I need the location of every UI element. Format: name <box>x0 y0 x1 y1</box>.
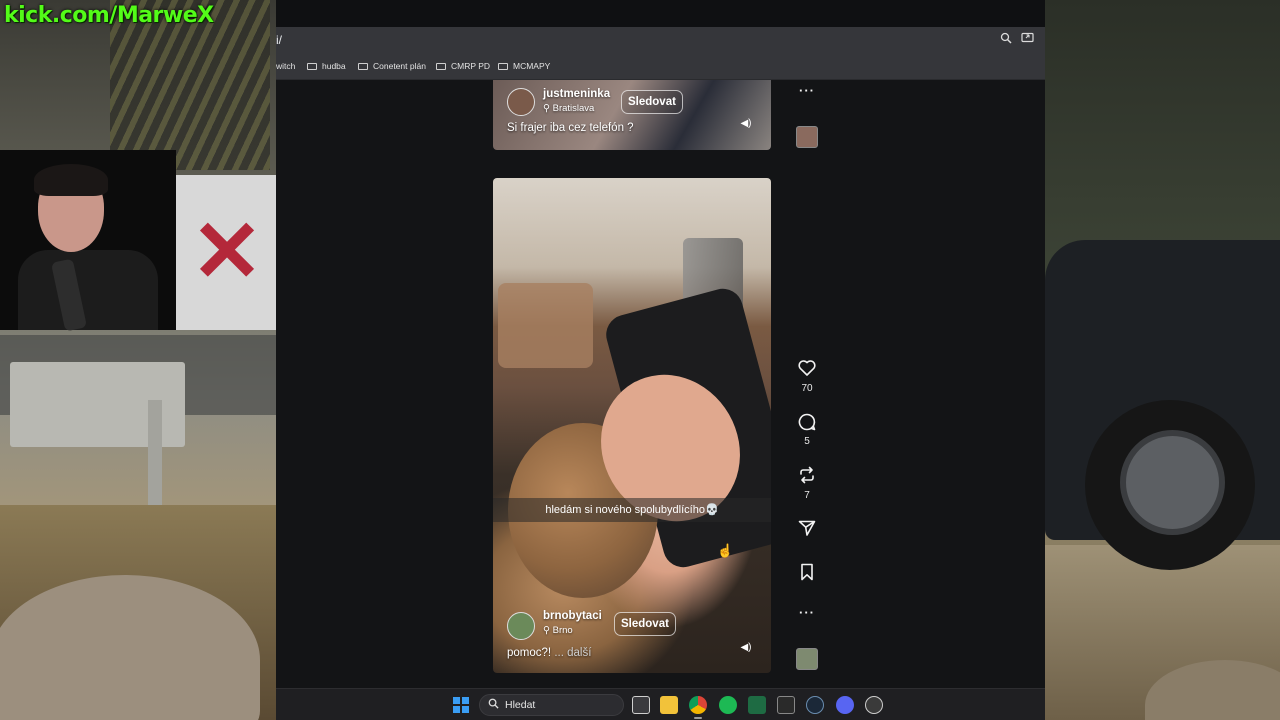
chrome-icon[interactable] <box>689 696 707 714</box>
windows-taskbar: Hledat <box>276 688 1045 720</box>
location-pin-icon: ⚲ <box>543 625 553 636</box>
bookmark-label: hudba <box>322 61 346 71</box>
windows-start-icon[interactable] <box>453 697 469 713</box>
app-icon[interactable] <box>865 696 883 714</box>
bookmark-label: witch <box>276 61 296 71</box>
cast-icon[interactable] <box>1021 32 1035 46</box>
tab-strip <box>276 0 1045 27</box>
game-scene-left: ✕ <box>0 0 276 720</box>
bench-leg <box>148 400 162 505</box>
discord-icon[interactable] <box>836 696 854 714</box>
bookmark-label: CMRP PD <box>451 61 491 71</box>
streamer-hair <box>34 164 108 196</box>
search-icon <box>488 698 499 712</box>
webcam-overlay <box>0 150 176 332</box>
share-icon[interactable] <box>796 518 818 538</box>
post-location: ⚲ Bratislava <box>543 103 594 114</box>
screen: ✕ i/ witch hudba Conetent plán CMRP PD M… <box>0 0 1280 720</box>
excel-icon[interactable] <box>748 696 766 714</box>
bookmark-icon[interactable] <box>796 562 818 582</box>
caption-text: pomoc?! <box>507 647 552 659</box>
folder-icon <box>358 63 368 70</box>
bookmark-folder-content[interactable]: Conetent plán <box>358 61 426 71</box>
more-options-icon[interactable]: ··· <box>796 605 818 620</box>
steam-icon[interactable] <box>806 696 824 714</box>
video-subtitle: hledám si nového spolubydlícího💀 <box>493 498 771 522</box>
avatar[interactable] <box>507 612 535 640</box>
streamer-body <box>18 250 158 330</box>
post-caption: Si frajer iba cez telefón ? <box>507 122 634 134</box>
folder-icon <box>307 63 317 70</box>
bookmark-folder-cmrp[interactable]: CMRP PD <box>436 61 490 71</box>
zoom-icon[interactable] <box>1000 32 1014 46</box>
more-options-icon[interactable]: ··· <box>796 83 818 98</box>
feed-page[interactable]: justmeninka ⚲ Bratislava Sledovat Si fra… <box>276 80 1045 688</box>
repost-count: 7 <box>804 490 810 501</box>
active-app-indicator <box>694 717 702 719</box>
epic-games-icon[interactable] <box>777 696 795 714</box>
search-placeholder: Hledat <box>505 699 536 711</box>
stream-url-overlay: kick.com/MarweX <box>4 3 214 28</box>
follow-button[interactable]: Sledovat <box>621 90 683 114</box>
car-rim <box>1120 430 1225 535</box>
audio-thumbnail[interactable] <box>796 126 818 148</box>
post-username[interactable]: brnobytaci <box>543 610 602 622</box>
post-username[interactable]: justmeninka <box>543 88 610 100</box>
hand-cursor-icon: ☝ <box>717 543 734 558</box>
bookmark-folder-hudba[interactable]: hudba <box>307 61 346 71</box>
folder-icon <box>436 63 446 70</box>
reel-post[interactable]: justmeninka ⚲ Bratislava Sledovat Si fra… <box>493 80 771 150</box>
sign-logo: ✕ <box>190 204 264 300</box>
sound-icon[interactable]: ◀) <box>738 116 754 132</box>
bookmark-label: MCMAPY <box>513 61 551 71</box>
taskbar-search[interactable]: Hledat <box>479 694 624 716</box>
bookmark-folder-mcmapy[interactable]: MCMAPY <box>498 61 550 71</box>
location-text: Brno <box>552 625 573 636</box>
spotify-icon[interactable] <box>719 696 737 714</box>
follow-button[interactable]: Sledovat <box>614 612 676 636</box>
avatar[interactable] <box>507 88 535 116</box>
file-explorer-icon[interactable] <box>660 696 678 714</box>
bookmark-twitch[interactable]: witch <box>276 61 295 71</box>
url-text[interactable]: i/ <box>276 33 282 47</box>
like-icon[interactable] <box>796 358 818 378</box>
repost-icon[interactable] <box>796 465 818 485</box>
post-location: ⚲ Brno <box>543 625 573 636</box>
location-text: Bratislava <box>552 103 595 114</box>
bookmarks-bar: witch hudba Conetent plán CMRP PD MCMAPY <box>276 54 1045 80</box>
comment-icon[interactable] <box>796 412 818 432</box>
game-scene-right <box>1045 0 1280 720</box>
folder-icon <box>498 63 508 70</box>
location-pin-icon: ⚲ <box>543 103 553 114</box>
like-count: 70 <box>801 383 813 394</box>
chairs <box>498 283 593 368</box>
sound-icon[interactable]: ◀) <box>738 640 754 656</box>
browser-window: i/ witch hudba Conetent plán CMRP PD MCM… <box>276 0 1045 720</box>
reel-post[interactable]: hledám si nového spolubydlícího💀 brnobyt… <box>493 178 771 673</box>
comment-count: 5 <box>804 436 810 447</box>
audio-thumbnail[interactable] <box>796 648 818 670</box>
address-bar[interactable]: i/ <box>276 27 1045 54</box>
bookmark-label: Conetent plán <box>373 61 426 71</box>
show-more-link[interactable]: ... další <box>554 647 591 659</box>
task-view-icon[interactable] <box>632 696 650 714</box>
post-caption: pomoc?! ... další <box>507 647 591 659</box>
